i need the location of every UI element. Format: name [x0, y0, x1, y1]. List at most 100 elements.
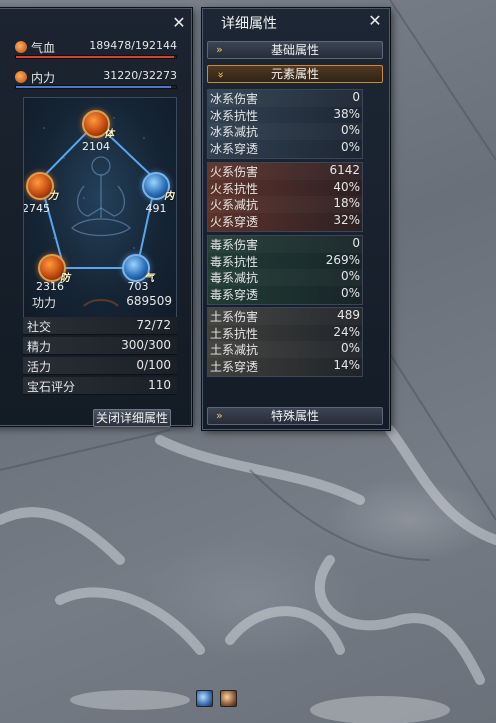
list-item: 土系减抗 0%	[208, 341, 362, 358]
hp-value: 189478/192144	[89, 39, 177, 52]
vitality-row: 活力 0/100	[23, 357, 177, 375]
list-item: 冰系减抗 0%	[208, 123, 362, 140]
attr-label: 火系抗性	[210, 181, 259, 196]
constitution-orb-icon[interactable]: 体	[82, 110, 114, 140]
vitality-value: 0/100	[136, 358, 171, 372]
power-label: 功力	[32, 296, 57, 310]
attr-label: 火系穿透	[210, 214, 259, 229]
element-attributes-tab[interactable]: » 元素属性	[207, 65, 383, 83]
list-item: 火系抗性 40%	[208, 180, 362, 197]
earth-attribute-group: 土系伤害 489 土系抗性 24% 土系减抗 0% 土系穿透 14%	[207, 307, 363, 377]
attr-value: 0%	[340, 341, 360, 355]
element-attributes-label: 元素属性	[270, 67, 319, 81]
gem-score-value: 110	[148, 378, 171, 392]
mp-bar	[15, 85, 177, 89]
attr-value: 6142	[329, 163, 360, 177]
energy-label: 精力	[27, 340, 52, 354]
attr-label: 冰系减抗	[210, 125, 259, 139]
attr-value: 0%	[340, 269, 360, 283]
character-panel-close-icon[interactable]: ✕	[171, 15, 187, 31]
attr-label: 土系穿透	[210, 359, 259, 374]
gem-score-label: 宝石评分	[27, 380, 76, 394]
social-row: 社交 72/72	[23, 317, 177, 335]
attr-label: 土系减抗	[210, 343, 259, 357]
detail-panel-title: 详细属性	[221, 16, 277, 32]
buff-icon[interactable]	[220, 690, 237, 707]
mp-icon	[15, 71, 27, 83]
list-item: 冰系抗性 38%	[208, 107, 362, 124]
attr-label: 毒系伤害	[210, 238, 259, 252]
poison-attribute-group: 毒系伤害 0 毒系抗性 269% 毒系减抗 0% 毒系穿透 0%	[207, 235, 363, 305]
list-item: 毒系抗性 269%	[208, 253, 362, 270]
attr-value: 18%	[333, 196, 360, 210]
hp-icon	[15, 41, 27, 53]
list-item: 毒系伤害 0	[208, 236, 362, 253]
basic-attributes-label: 基础属性	[270, 43, 319, 57]
strength-orb-icon[interactable]: 力	[26, 172, 58, 202]
attr-label: 毒系抗性	[210, 254, 259, 269]
close-detail-attributes-button[interactable]: 关闭详细属性	[93, 409, 171, 427]
basic-attributes-tab[interactable]: » 基础属性	[207, 41, 383, 59]
list-item: 火系减抗 18%	[208, 196, 362, 213]
attr-value: 24%	[333, 324, 360, 339]
qi-orb-icon[interactable]: 气	[122, 254, 154, 284]
inner-power-value: 491	[145, 202, 167, 215]
constitution-value: 2104	[82, 140, 110, 153]
double-chevron-down-icon: »	[214, 71, 228, 77]
character-attribute-panel: ✕ 气血 189478/192144 内力 31220/32273 体 2104…	[0, 8, 192, 427]
list-item: 冰系伤害 0	[208, 90, 362, 107]
mp-label: 内力	[31, 71, 56, 85]
attr-value: 0	[352, 90, 360, 104]
mp-stat: 内力 31220/32273	[15, 69, 177, 89]
hp-label: 气血	[31, 41, 56, 55]
attr-label: 毒系穿透	[210, 287, 259, 302]
list-item: 毒系减抗 0%	[208, 269, 362, 286]
list-item: 毒系穿透 0%	[208, 286, 362, 303]
special-attributes-label: 特殊属性	[270, 409, 319, 423]
attr-value: 269%	[325, 252, 360, 267]
attr-value: 32%	[333, 212, 360, 227]
strength-tag: 力	[48, 191, 58, 202]
attr-value: 40%	[333, 179, 360, 194]
energy-row: 精力 300/300	[23, 337, 177, 355]
list-item: 土系穿透 14%	[208, 358, 362, 375]
defense-value: 2316	[36, 280, 64, 293]
attr-label: 火系伤害	[210, 165, 259, 179]
special-attributes-tab[interactable]: » 特殊属性	[207, 407, 383, 425]
attr-label: 冰系伤害	[210, 92, 259, 106]
social-value: 72/72	[136, 318, 171, 332]
list-item: 土系伤害 489	[208, 308, 362, 325]
mp-value: 31220/32273	[103, 69, 177, 82]
inner-power-orb-icon[interactable]: 内	[142, 172, 174, 202]
double-chevron-icon: »	[216, 409, 223, 422]
attr-label: 火系减抗	[210, 198, 259, 212]
attr-value: 0%	[340, 139, 360, 154]
attr-label: 毒系减抗	[210, 271, 259, 285]
attr-value: 0%	[340, 123, 360, 137]
attr-value: 0	[352, 236, 360, 250]
fire-attribute-group: 火系伤害 6142 火系抗性 40% 火系减抗 18% 火系穿透 32%	[207, 162, 363, 232]
strength-value: 2745	[23, 202, 50, 215]
attr-label: 土系抗性	[210, 326, 259, 341]
attr-value: 489	[337, 308, 360, 322]
mp-bar-fill	[16, 86, 171, 88]
attribute-pentagon: 体 2104 力 2745 内 491 防 2316 气 703 功力 6895…	[23, 97, 177, 319]
energy-value: 300/300	[121, 338, 171, 352]
inner-power-tag: 内	[164, 191, 174, 202]
detail-panel-close-icon[interactable]: ✕	[367, 13, 383, 29]
detail-attribute-panel: 详细属性 ✕ » 基础属性 » 元素属性 冰系伤害 0 冰系抗性 38% 冰系减抗 0…	[202, 8, 390, 430]
list-item: 冰系穿透 0%	[208, 140, 362, 157]
vitality-label: 活力	[27, 360, 52, 374]
gem-score-row: 宝石评分 110	[23, 377, 177, 395]
social-label: 社交	[27, 320, 52, 334]
list-item: 火系穿透 32%	[208, 213, 362, 230]
ice-attribute-group: 冰系伤害 0 冰系抗性 38% 冰系减抗 0% 冰系穿透 0%	[207, 89, 363, 159]
defense-orb-icon[interactable]: 防	[38, 254, 70, 284]
buff-icon[interactable]	[196, 690, 213, 707]
double-chevron-icon: »	[216, 43, 223, 56]
hp-stat: 气血 189478/192144	[15, 39, 177, 59]
qi-value: 703	[127, 280, 149, 293]
constitution-tag: 体	[104, 129, 114, 140]
hp-bar-fill	[16, 56, 174, 58]
attr-value: 14%	[333, 357, 360, 372]
